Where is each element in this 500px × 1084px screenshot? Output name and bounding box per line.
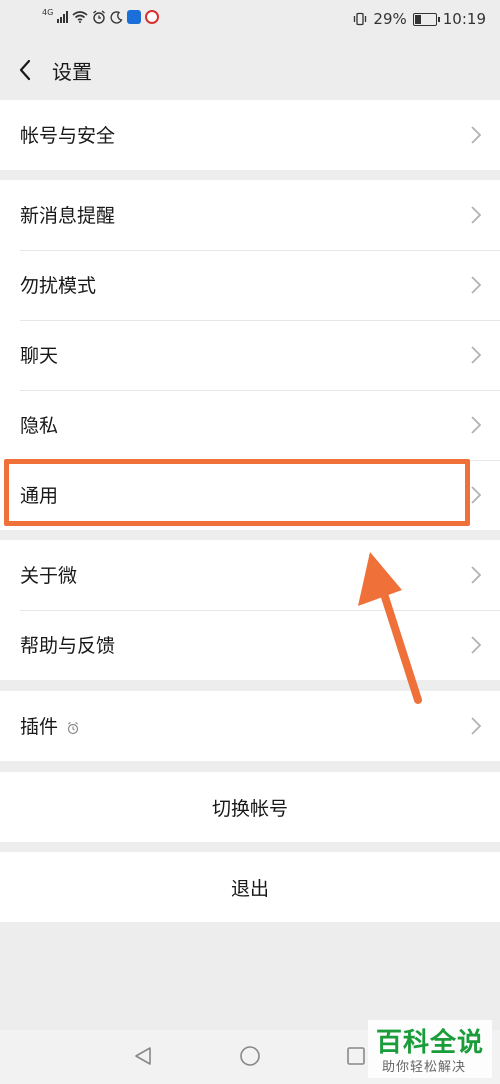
nav-back-icon[interactable] <box>132 1045 154 1067</box>
settings-item-account-security[interactable]: 帐号与安全 <box>0 100 500 170</box>
settings-item-label: 新消息提醒 <box>20 205 116 227</box>
back-icon[interactable] <box>14 56 38 84</box>
switch-account-label: 切换帐号 <box>211 798 288 820</box>
page-title: 设置 <box>52 60 92 84</box>
network-type: 4G <box>42 7 54 17</box>
chevron-right-icon <box>471 566 482 584</box>
settings-item-label: 帮助与反馈 <box>20 635 116 657</box>
settings-item-label: 勿扰模式 <box>20 275 97 297</box>
status-bar: 4G 29% 10:19 <box>0 0 500 40</box>
settings-item-do-not-disturb[interactable]: 勿扰模式 <box>0 250 500 320</box>
app-notification-icon <box>127 10 142 24</box>
settings-item-new-message-alert[interactable]: 新消息提醒 <box>0 180 500 250</box>
clock: 10:19 <box>442 10 486 28</box>
plugin-icon <box>67 721 79 734</box>
watermark-title: 百科全说 <box>376 1028 485 1058</box>
chevron-right-icon <box>471 206 482 224</box>
switch-account-button[interactable]: 切换帐号 <box>0 772 500 842</box>
settings-item-label: 隐私 <box>20 415 59 437</box>
battery-percent: 29% <box>373 10 407 28</box>
logout-button[interactable]: 退出 <box>0 852 500 922</box>
moon-icon <box>110 10 123 24</box>
chevron-right-icon <box>471 276 482 294</box>
settings-item-label-wrap: 插件 <box>20 712 80 739</box>
logout-label: 退出 <box>230 878 269 900</box>
settings-item-label: 插件 <box>20 716 59 738</box>
nav-home-icon[interactable] <box>239 1045 261 1067</box>
settings-item-label: 帐号与安全 <box>20 125 116 147</box>
vibrate-icon <box>354 12 367 26</box>
settings-item-chat[interactable]: 聊天 <box>0 320 500 390</box>
alarm-icon <box>93 10 106 24</box>
watermark-logo: 百科全说 助你轻松解决 <box>368 1020 492 1078</box>
nav-recent-icon[interactable] <box>345 1045 367 1067</box>
settings-item-label: 关于微 <box>20 565 78 587</box>
nav-header: 设置 <box>0 40 500 100</box>
signal-icon <box>57 11 69 23</box>
highlight-box <box>4 459 470 526</box>
settings-item-plugins[interactable]: 插件 <box>0 691 500 761</box>
chevron-right-icon <box>471 717 482 735</box>
app-notification-icon <box>145 10 160 24</box>
settings-item-label: 聊天 <box>20 345 59 367</box>
settings-item-help-feedback[interactable]: 帮助与反馈 <box>0 610 500 680</box>
settings-item-privacy[interactable]: 隐私 <box>0 390 500 460</box>
chevron-right-icon <box>471 486 482 504</box>
settings-group-account: 帐号与安全 <box>0 100 500 170</box>
settings-item-about[interactable]: 关于微 <box>0 540 500 610</box>
settings-group-plugins: 插件 <box>0 691 500 761</box>
settings-group-about: 关于微 帮助与反馈 <box>0 540 500 680</box>
chevron-right-icon <box>471 126 482 144</box>
chevron-right-icon <box>471 416 482 434</box>
watermark-subtitle: 助你轻松解决 <box>382 1060 467 1075</box>
chevron-right-icon <box>471 346 482 364</box>
wifi-icon <box>72 11 88 23</box>
battery-icon <box>412 12 440 26</box>
chevron-right-icon <box>471 636 482 654</box>
